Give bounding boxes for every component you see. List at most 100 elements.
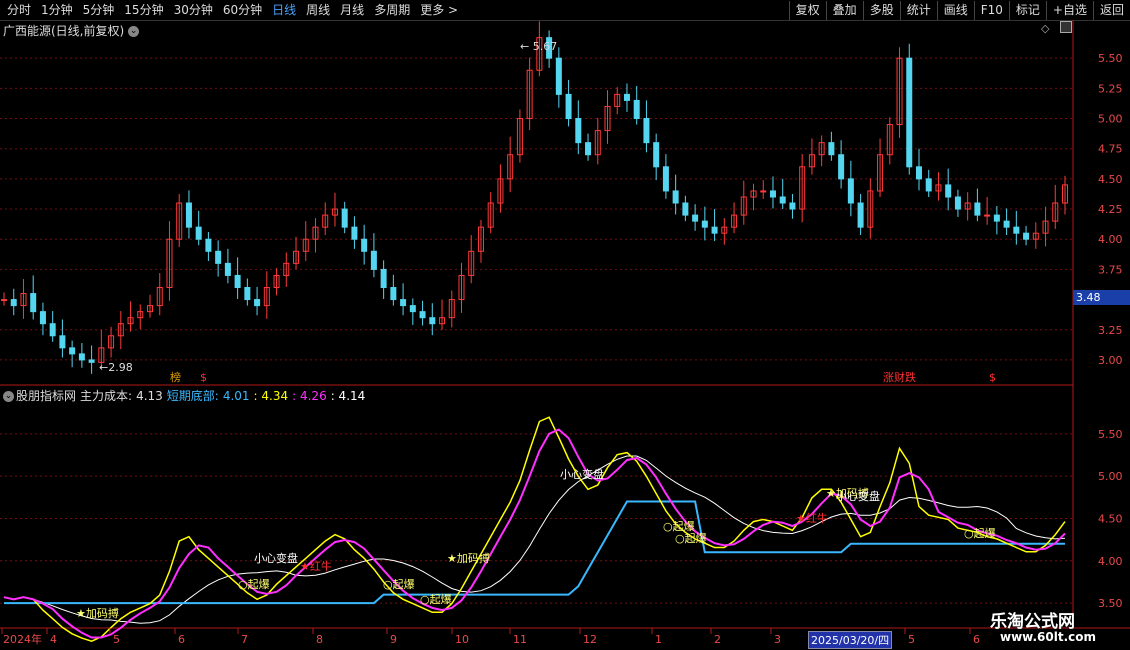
candle-body — [49, 323, 56, 337]
lower-y-label: 4.00 — [1098, 555, 1123, 568]
candle-body — [215, 250, 222, 264]
upper-y-label: 3.25 — [1098, 324, 1123, 337]
candle-body — [565, 93, 572, 120]
candle-body — [672, 190, 679, 204]
candle-body — [205, 238, 212, 252]
candle-body — [857, 202, 864, 228]
signal-qibao: ○起爆 — [964, 526, 996, 540]
signal-jiama: ★加码搏 — [76, 606, 119, 620]
short-bottom-value: 4.01 — [222, 389, 250, 403]
x-axis-label: 10 — [455, 633, 469, 646]
x-axis-label: 1 — [655, 633, 662, 646]
upper-y-label: 3.75 — [1098, 263, 1123, 276]
candle-body — [88, 359, 95, 363]
signal-hongniu: ★红牛 — [796, 511, 828, 525]
candle-body — [585, 142, 592, 156]
candle-body — [847, 178, 854, 204]
x-axis-label: 7 — [241, 633, 248, 646]
x-axis-label: 8 — [316, 633, 323, 646]
candle-body — [195, 226, 202, 240]
signal-qibao: ○起爆 — [663, 519, 695, 533]
upper-y-label: 5.00 — [1098, 113, 1123, 126]
magenta-value: : 4.26 — [292, 389, 327, 403]
signal-qibao: ○起爆 — [675, 531, 707, 545]
white-value: : 4.14 — [330, 389, 366, 403]
high-price-label: ← 5.67 — [520, 40, 557, 53]
x-axis-label: 9 — [390, 633, 397, 646]
candle-body — [954, 196, 961, 210]
short-bottom-label: 短期底部: — [166, 389, 219, 403]
signal-qibao: ○起爆 — [383, 577, 415, 591]
candle-body — [779, 196, 786, 204]
candle-body — [400, 299, 407, 307]
candle-body — [254, 299, 261, 307]
lower-y-label: 4.50 — [1098, 512, 1123, 525]
price-chart-svg: 5.50 5.25 5.00 4.75 4.50 4.25 4.00 3.75 3.25 3.00… — [0, 20, 1130, 646]
upper-y-label: 5.25 — [1098, 82, 1123, 95]
signal-xiaopan: 小心变盘 — [254, 551, 298, 565]
candle-body — [915, 166, 922, 180]
signal-xiaopan: 小心变盘 — [836, 489, 880, 503]
candle-body — [39, 311, 46, 325]
mark-zhangcaidie: 涨财跌 — [883, 370, 916, 384]
yellow-value: : 4.34 — [253, 389, 289, 403]
mark-dollar: $ — [200, 371, 207, 384]
lower-y-label: 5.50 — [1098, 428, 1123, 441]
x-axis-label: 11 — [513, 633, 527, 646]
signal-jiama: ★加码搏 — [447, 551, 490, 565]
signal-qibao: ○起爆 — [420, 592, 452, 606]
candle-body — [643, 118, 650, 144]
candle-body — [370, 250, 377, 270]
candle-body — [341, 208, 348, 228]
candle-body — [59, 335, 66, 349]
candle-body — [390, 287, 397, 301]
candle-body — [10, 299, 17, 307]
signal-xiaopan: 小心变盘 — [560, 467, 604, 481]
candle-body — [993, 214, 1000, 222]
signal-qibao: ○起爆 — [238, 577, 270, 591]
candle-body — [224, 262, 231, 276]
candle-body — [234, 274, 241, 289]
candle-body — [185, 202, 192, 228]
x-axis-label: 6 — [973, 633, 980, 646]
candle-body — [701, 220, 708, 228]
mark-dollar: $ — [989, 371, 996, 384]
candle-body — [1023, 232, 1030, 240]
x-axis-label: 2024年 — [3, 632, 42, 646]
watermark-title: 乐淘公式网 — [990, 612, 1075, 632]
candle-body — [653, 142, 660, 168]
upper-y-label: 4.00 — [1098, 233, 1123, 246]
candle-body — [1, 299, 7, 302]
main-cost-label: 主力成本: — [80, 389, 133, 403]
candle-body — [711, 226, 718, 234]
upper-y-label: 4.75 — [1098, 143, 1123, 156]
candle-body — [575, 118, 582, 144]
indicator-title: ⌄ 股朋指标网 主力成本: 4.13 短期底部: 4.01: 4.34: 4.26: 4.… — [3, 387, 369, 404]
candle-body — [760, 190, 767, 193]
candle-body — [623, 93, 630, 101]
x-axis-label: 2 — [714, 633, 721, 646]
x-axis-label: 5 — [113, 633, 120, 646]
watermark-url: www.60lt.com — [1000, 630, 1097, 644]
upper-y-label: 4.50 — [1098, 173, 1123, 186]
chevron-down-icon[interactable]: ⌄ — [3, 391, 14, 402]
candle-body — [429, 317, 436, 325]
current-price-tag: 3.48 — [1073, 290, 1130, 305]
candle-body — [925, 178, 932, 192]
candle-body — [555, 57, 562, 95]
candle-body — [984, 214, 991, 217]
candle-body — [828, 142, 835, 156]
candle-body — [1003, 220, 1010, 228]
upper-y-label: 3.00 — [1098, 354, 1123, 367]
candle-body — [380, 268, 387, 289]
candle-body — [838, 154, 845, 180]
x-axis-label: 12 — [583, 633, 597, 646]
x-axis-label: 5 — [908, 633, 915, 646]
upper-y-label: 4.25 — [1098, 203, 1123, 216]
candle-body — [974, 202, 981, 216]
candle-body — [244, 287, 251, 301]
low-price-label: ←2.98 — [99, 361, 133, 374]
candle-body — [906, 57, 913, 168]
signal-hongniu: ★红牛 — [300, 559, 332, 573]
candle-body — [769, 190, 776, 198]
